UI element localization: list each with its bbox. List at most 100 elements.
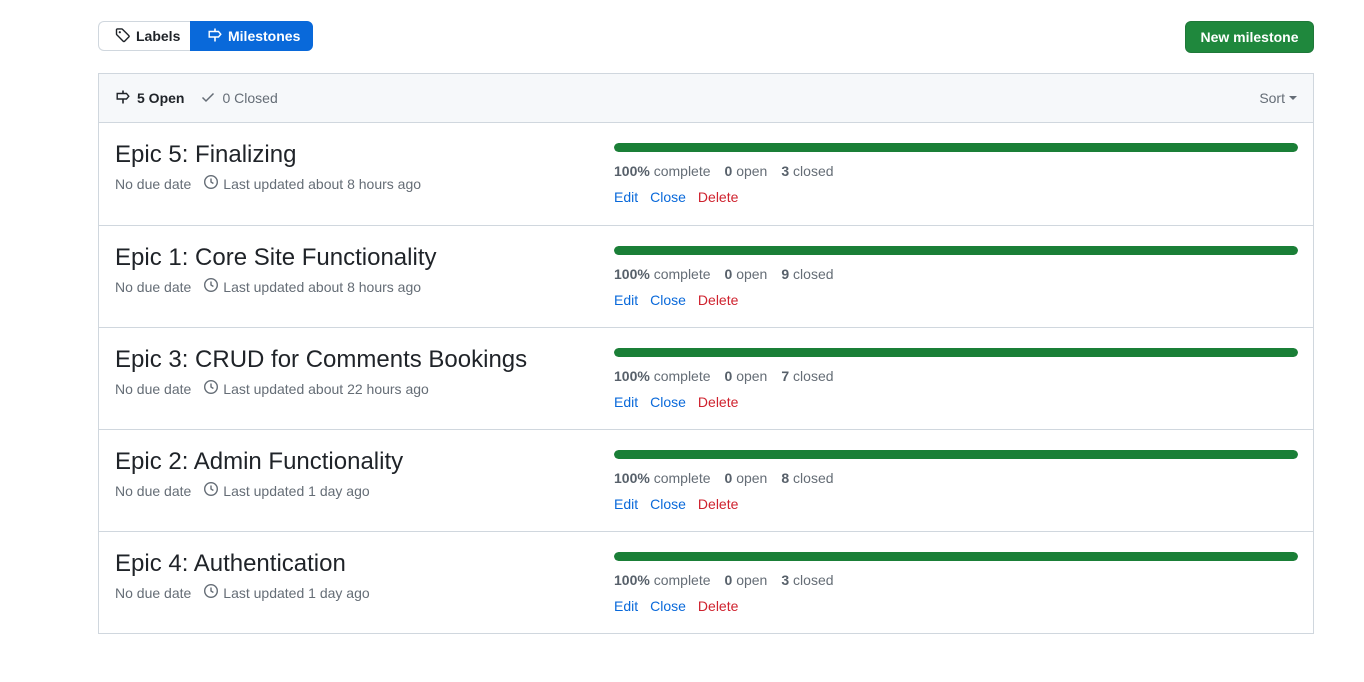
last-updated: Last updated 1 day ago <box>203 583 370 602</box>
labels-tab-label: Labels <box>136 28 181 44</box>
delete-link[interactable]: Delete <box>698 189 738 205</box>
percent-complete: 100% complete <box>614 163 711 179</box>
last-updated-text: Last updated 1 day ago <box>223 482 370 499</box>
closed-filter[interactable]: 0 Closed <box>200 89 278 108</box>
milestones-tab[interactable]: Milestones <box>190 21 313 51</box>
delete-link[interactable]: Delete <box>698 496 738 512</box>
due-date: No due date <box>115 584 192 601</box>
progress-stats: 100% complete 0 open 9 closed <box>614 266 1298 282</box>
milestone-meta: No due date Last updated about 8 hours a… <box>115 277 421 296</box>
milestone-actions: Edit Close Delete <box>614 292 1298 308</box>
progress-bar-fill <box>614 143 1298 152</box>
close-link[interactable]: Close <box>650 496 686 512</box>
last-updated-text: Last updated 1 day ago <box>223 584 370 601</box>
close-link[interactable]: Close <box>650 598 686 614</box>
close-link[interactable]: Close <box>650 394 686 410</box>
edit-link[interactable]: Edit <box>614 394 638 410</box>
open-issues[interactable]: 0 open <box>725 266 768 282</box>
caret-down-icon <box>1289 96 1297 100</box>
due-date: No due date <box>115 175 192 192</box>
clock-icon <box>203 379 219 398</box>
progress-bar <box>614 246 1298 255</box>
delete-link[interactable]: Delete <box>698 394 738 410</box>
progress-bar-fill <box>614 348 1298 357</box>
last-updated-text: Last updated about 22 hours ago <box>223 380 429 397</box>
progress-section: 100% complete 0 open 7 closed Edit Close… <box>614 348 1298 410</box>
closed-issues[interactable]: 3 closed <box>781 163 833 179</box>
subnav: Labels Milestones <box>98 21 313 51</box>
percent-complete: 100% complete <box>614 266 711 282</box>
check-icon <box>200 89 216 108</box>
labels-tab[interactable]: Labels <box>98 21 190 51</box>
progress-section: 100% complete 0 open 9 closed Edit Close… <box>614 246 1298 308</box>
closed-issues[interactable]: 9 closed <box>781 266 833 282</box>
progress-stats: 100% complete 0 open 3 closed <box>614 572 1298 588</box>
open-issues[interactable]: 0 open <box>725 470 768 486</box>
clock-icon <box>203 481 219 500</box>
percent-complete: 100% complete <box>614 368 711 384</box>
milestone-meta: No due date Last updated 1 day ago <box>115 481 370 500</box>
last-updated-text: Last updated about 8 hours ago <box>223 175 422 192</box>
clock-icon <box>203 583 219 602</box>
milestone-title[interactable]: Epic 1: Core Site Functionality <box>115 244 436 272</box>
edit-link[interactable]: Edit <box>614 496 638 512</box>
due-date: No due date <box>115 482 192 499</box>
milestone-title[interactable]: Epic 3: CRUD for Comments Bookings <box>115 346 527 374</box>
open-filter[interactable]: 5 Open <box>115 89 184 108</box>
delete-link[interactable]: Delete <box>698 598 738 614</box>
open-count: 5 Open <box>137 90 185 106</box>
milestone-actions: Edit Close Delete <box>614 189 1298 205</box>
milestone-row: Epic 3: CRUD for Comments Bookings No du… <box>99 327 1313 429</box>
milestone-title[interactable]: Epic 5: Finalizing <box>115 141 296 169</box>
last-updated: Last updated about 8 hours ago <box>203 277 421 296</box>
clock-icon <box>203 174 219 193</box>
last-updated: Last updated about 8 hours ago <box>203 174 421 193</box>
milestone-actions: Edit Close Delete <box>614 496 1298 512</box>
milestone-actions: Edit Close Delete <box>614 394 1298 410</box>
milestone-actions: Edit Close Delete <box>614 598 1298 614</box>
open-issues[interactable]: 0 open <box>725 163 768 179</box>
progress-bar <box>614 143 1298 152</box>
milestone-title[interactable]: Epic 2: Admin Functionality <box>115 448 403 476</box>
close-link[interactable]: Close <box>650 292 686 308</box>
progress-section: 100% complete 0 open 3 closed Edit Close… <box>614 552 1298 614</box>
edit-link[interactable]: Edit <box>614 292 638 308</box>
closed-issues[interactable]: 8 closed <box>781 470 833 486</box>
last-updated: Last updated about 22 hours ago <box>203 379 429 398</box>
tag-icon <box>115 27 131 46</box>
open-issues[interactable]: 0 open <box>725 368 768 384</box>
closed-issues[interactable]: 7 closed <box>781 368 833 384</box>
closed-count: 0 Closed <box>222 90 278 106</box>
new-milestone-button[interactable]: New milestone <box>1185 21 1314 53</box>
milestone-row: Epic 4: Authentication No due date Last … <box>99 531 1313 633</box>
due-date: No due date <box>115 380 192 397</box>
closed-issues[interactable]: 3 closed <box>781 572 833 588</box>
percent-complete: 100% complete <box>614 470 711 486</box>
progress-bar-fill <box>614 552 1298 561</box>
milestone-row: Epic 2: Admin Functionality No due date … <box>99 429 1313 531</box>
milestone-meta: No due date Last updated about 8 hours a… <box>115 174 421 193</box>
milestone-row: Epic 1: Core Site Functionality No due d… <box>99 225 1313 327</box>
milestone-meta: No due date Last updated 1 day ago <box>115 583 370 602</box>
last-updated: Last updated 1 day ago <box>203 481 370 500</box>
progress-bar-fill <box>614 246 1298 255</box>
edit-link[interactable]: Edit <box>614 189 638 205</box>
progress-section: 100% complete 0 open 8 closed Edit Close… <box>614 450 1298 512</box>
milestone-title[interactable]: Epic 4: Authentication <box>115 550 346 578</box>
open-issues[interactable]: 0 open <box>725 572 768 588</box>
progress-stats: 100% complete 0 open 8 closed <box>614 470 1298 486</box>
progress-stats: 100% complete 0 open 7 closed <box>614 368 1298 384</box>
clock-icon <box>203 277 219 296</box>
last-updated-text: Last updated about 8 hours ago <box>223 278 422 295</box>
progress-bar-fill <box>614 450 1298 459</box>
list-header: 5 Open 0 Closed Sort <box>99 74 1313 123</box>
delete-link[interactable]: Delete <box>698 292 738 308</box>
sort-dropdown[interactable]: Sort <box>1259 90 1297 106</box>
close-link[interactable]: Close <box>650 189 686 205</box>
progress-section: 100% complete 0 open 3 closed Edit Close… <box>614 143 1298 205</box>
milestone-icon <box>115 89 131 108</box>
edit-link[interactable]: Edit <box>614 598 638 614</box>
due-date: No due date <box>115 278 192 295</box>
progress-stats: 100% complete 0 open 3 closed <box>614 163 1298 179</box>
progress-bar <box>614 450 1298 459</box>
